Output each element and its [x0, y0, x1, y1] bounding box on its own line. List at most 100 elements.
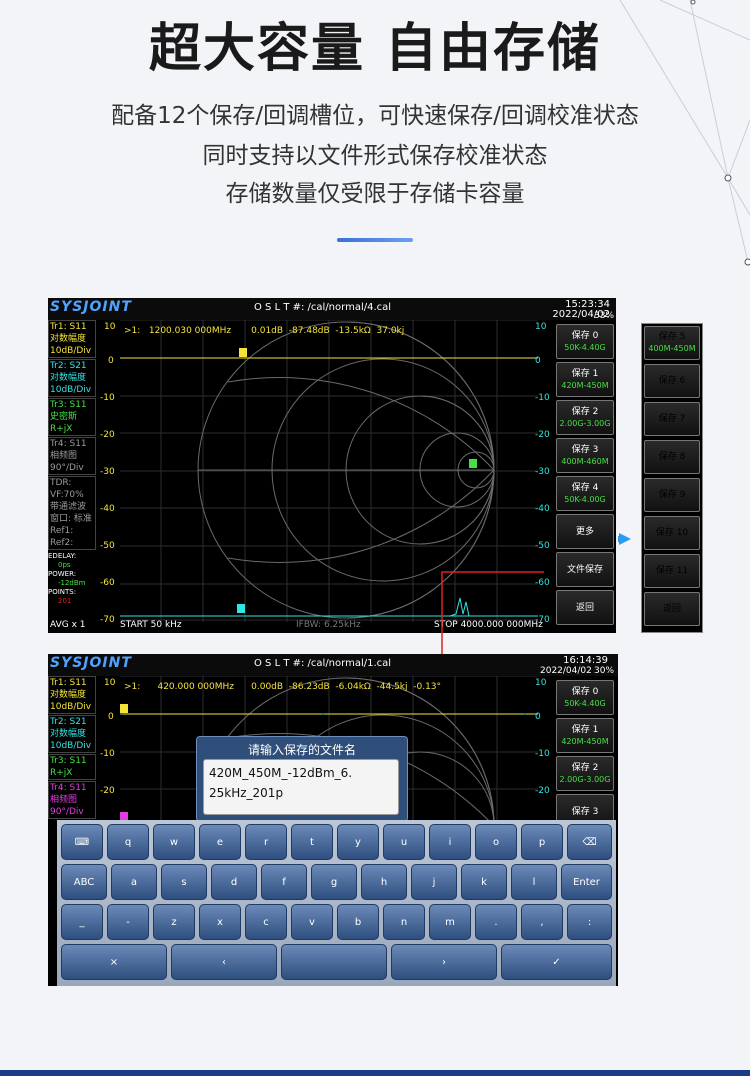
trace-1-name: Tr1: S11: [50, 678, 87, 688]
cursor-right-icon[interactable]: ›: [391, 944, 497, 980]
softkey-sub: 50K-4.00G: [564, 494, 606, 504]
enter-key[interactable]: Enter: [561, 864, 612, 900]
key-q[interactable]: q: [107, 824, 149, 860]
key-r[interactable]: r: [245, 824, 287, 860]
save-slot-9-button[interactable]: 保存 9: [644, 478, 700, 512]
trace-2-mode: 对数幅度: [50, 729, 87, 739]
key-n[interactable]: n: [383, 904, 425, 940]
key-k[interactable]: k: [461, 864, 507, 900]
trace-4[interactable]: Tr4: S11 相频图 90°/Div: [48, 781, 96, 819]
more-button[interactable]: 更多: [556, 514, 614, 549]
key-j[interactable]: j: [411, 864, 457, 900]
trace-2[interactable]: Tr2: S21 对数幅度 10dB/Div: [48, 715, 96, 753]
side-back-button[interactable]: 返回: [644, 592, 700, 626]
key-o[interactable]: o: [475, 824, 517, 860]
power-value: -12dBm: [58, 579, 86, 587]
key-dash[interactable]: -: [107, 904, 149, 940]
key-f[interactable]: f: [261, 864, 307, 900]
key-p[interactable]: p: [521, 824, 563, 860]
key-comma[interactable]: ,: [521, 904, 563, 940]
confirm-check-icon[interactable]: ✓: [501, 944, 612, 980]
tdr-settings[interactable]: TDR: VF:70% 带通滤波 窗口: 标准 Ref1: Ref2:: [48, 476, 96, 550]
backspace-icon[interactable]: ⌫: [567, 824, 612, 860]
title-underline: [337, 238, 413, 242]
keyboard-row-1: ⌨ q w e r t y u i o p ⌫: [59, 824, 614, 864]
arrow-right-icon: [619, 533, 631, 545]
ytick-3: -20: [100, 786, 115, 796]
key-d[interactable]: d: [211, 864, 257, 900]
trace-2-scale: 10dB/Div: [50, 741, 92, 751]
space-key[interactable]: [281, 944, 387, 980]
save-slot-11-button[interactable]: 保存 11: [644, 554, 700, 588]
ifbw: IFBW: 6.25kHz: [296, 620, 361, 630]
ytick-1: 0: [108, 356, 114, 366]
ref1-label: Ref1:: [50, 526, 74, 536]
trace-3[interactable]: Tr3: S11 R+jX: [48, 754, 96, 780]
save-slot-3-button[interactable]: 保存 3 400M-460M: [556, 438, 614, 473]
save-slot-8-button[interactable]: 保存 8: [644, 440, 700, 474]
close-icon[interactable]: ×: [61, 944, 167, 980]
trace-1[interactable]: Tr1: S11 对数幅度 10dB/Div: [48, 676, 96, 714]
key-period[interactable]: .: [475, 904, 517, 940]
key-g[interactable]: g: [311, 864, 357, 900]
key-e[interactable]: e: [199, 824, 241, 860]
trace-2-scale: 10dB/Div: [50, 385, 92, 395]
filename-input[interactable]: 420M_450M_-12dBm_6. 25kHz_201p: [203, 759, 399, 815]
trace-panel: Tr1: S11 对数幅度 10dB/Div Tr2: S21 对数幅度 10d…: [48, 320, 96, 606]
save-slot-2-button[interactable]: 保存 2 2.00G-3.00G: [556, 400, 614, 435]
key-i[interactable]: i: [429, 824, 471, 860]
key-colon[interactable]: :: [567, 904, 612, 940]
ytick-right-0: 10: [535, 678, 547, 688]
save-slot-10-button[interactable]: 保存 10: [644, 516, 700, 550]
trace-4-name: Tr4: S11: [50, 783, 87, 793]
save-slot-6-button[interactable]: 保存 6: [644, 364, 700, 398]
trace-2-mode: 对数幅度: [50, 373, 87, 383]
ytick-2: -10: [100, 393, 115, 403]
key-y[interactable]: y: [337, 824, 379, 860]
tdr-label: TDR:: [50, 478, 72, 488]
ytick-right-2: -10: [535, 393, 550, 403]
key-s[interactable]: s: [161, 864, 207, 900]
trace-2[interactable]: Tr2: S21 对数幅度 10dB/Div: [48, 359, 96, 397]
key-underscore[interactable]: _: [61, 904, 103, 940]
onscreen-keyboard: ⌨ q w e r t y u i o p ⌫ ABC a s d f g h …: [57, 820, 616, 986]
save-slot-7-button[interactable]: 保存 7: [644, 402, 700, 436]
trace-3[interactable]: Tr3: S11 史密斯 R+jX: [48, 398, 96, 436]
key-abc[interactable]: ABC: [61, 864, 107, 900]
trace-1[interactable]: Tr1: S11 对数幅度 10dB/Div: [48, 320, 96, 358]
file-save-button[interactable]: 文件保存: [556, 552, 614, 587]
key-u[interactable]: u: [383, 824, 425, 860]
tdr-vf: VF:70%: [50, 490, 84, 500]
key-h[interactable]: h: [361, 864, 407, 900]
softkey-label: 保存 10: [655, 528, 689, 538]
ytick-right-1: 0: [535, 712, 541, 722]
trace-3-mode: 史密斯: [50, 412, 78, 422]
key-l[interactable]: l: [511, 864, 557, 900]
bottom-strip: [0, 1070, 750, 1076]
key-v[interactable]: v: [291, 904, 333, 940]
key-b[interactable]: b: [337, 904, 379, 940]
key-z[interactable]: z: [153, 904, 195, 940]
save-slot-2-button[interactable]: 保存 2 2.00G-3.00G: [556, 756, 614, 791]
key-a[interactable]: a: [111, 864, 157, 900]
ytick-0: 10: [104, 678, 116, 688]
cursor-left-icon[interactable]: ‹: [171, 944, 277, 980]
keyboard-hide-icon[interactable]: ⌨: [61, 824, 103, 860]
key-t[interactable]: t: [291, 824, 333, 860]
more-save-slots-panel: 保存 5 400M-450M 保存 6 保存 7 保存 8 保存 9 保存 10 …: [641, 323, 703, 633]
save-slot-4-button[interactable]: 保存 4 50K-4.00G: [556, 476, 614, 511]
trace-3-name: Tr3: S11: [50, 756, 87, 766]
key-w[interactable]: w: [153, 824, 195, 860]
save-slot-0-button[interactable]: 保存 0 50K-4.40G: [556, 324, 614, 359]
trace-1-scale: 10dB/Div: [50, 346, 92, 356]
key-c[interactable]: c: [245, 904, 287, 940]
save-slot-0-button[interactable]: 保存 0 50K-4.40G: [556, 680, 614, 715]
trace-4[interactable]: Tr4: S11 相频图 90°/Div: [48, 437, 96, 475]
key-m[interactable]: m: [429, 904, 471, 940]
key-x[interactable]: x: [199, 904, 241, 940]
save-slot-5-button[interactable]: 保存 5 400M-450M: [644, 326, 700, 360]
trace-1-name: Tr1: S11: [50, 322, 87, 332]
back-button[interactable]: 返回: [556, 590, 614, 625]
save-slot-1-button[interactable]: 保存 1 420M-450M: [556, 718, 614, 753]
save-slot-1-button[interactable]: 保存 1 420M-450M: [556, 362, 614, 397]
